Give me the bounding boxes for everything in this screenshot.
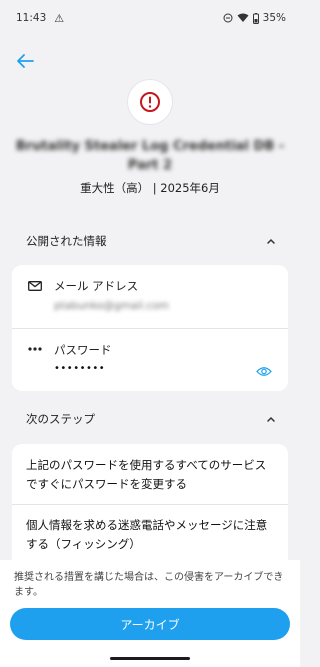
alert-badge xyxy=(128,80,172,124)
chevron-up-icon xyxy=(267,416,275,422)
step-item: 上記のパスワードを使用するすべてのサービスですぐにパスワードを変更する xyxy=(26,458,267,491)
password-dots-icon xyxy=(28,347,42,351)
password-value: •••••••• xyxy=(54,363,106,374)
email-value: ptabunko@gmail.com xyxy=(54,300,169,312)
step-item: 個人情報を求める迷惑電話やメッセージに注意する（フィッシング） xyxy=(26,518,268,551)
exposed-info-header[interactable]: 公開された情報 xyxy=(26,233,276,249)
chevron-up-icon xyxy=(267,238,275,244)
severity-date: 重大性（高） | 2025年6月 xyxy=(80,181,220,195)
divider xyxy=(12,504,288,505)
exposed-info-card: メール アドレス ptabunko@gmail.com パスワード ••••••… xyxy=(12,265,288,391)
next-steps-header[interactable]: 次のステップ xyxy=(26,411,276,427)
warning-icon: ⚠ xyxy=(54,11,65,25)
divider xyxy=(12,328,288,329)
dnd-icon xyxy=(223,13,233,23)
battery-level: 35% xyxy=(262,12,286,24)
status-time: 11:43 xyxy=(16,12,47,24)
back-arrow-icon[interactable] xyxy=(14,50,36,72)
email-label: メール アドレス xyxy=(54,279,139,293)
password-label: パスワード xyxy=(54,343,112,357)
breach-title: Brutality Stealer Log Credential DB - Pa… xyxy=(15,139,285,173)
wifi-icon xyxy=(237,13,249,22)
archive-button[interactable]: アーカイブ xyxy=(10,608,290,640)
eye-icon[interactable] xyxy=(256,366,272,377)
battery-icon xyxy=(252,12,259,24)
mail-icon xyxy=(28,281,42,291)
next-steps-card: 上記のパスワードを使用するすべてのサービスですぐにパスワードを変更する 個人情報… xyxy=(12,444,288,574)
next-steps-heading: 次のステップ xyxy=(26,412,95,426)
archive-note: 推奨される措置を講じた場合は、この侵害をアーカイブできます。 xyxy=(14,572,284,598)
exposed-info-heading: 公開された情報 xyxy=(26,234,107,248)
status-bar: 11:43 ⚠ 35% xyxy=(0,0,300,36)
gesture-nav-bar[interactable] xyxy=(110,657,190,660)
alert-icon xyxy=(140,92,160,112)
